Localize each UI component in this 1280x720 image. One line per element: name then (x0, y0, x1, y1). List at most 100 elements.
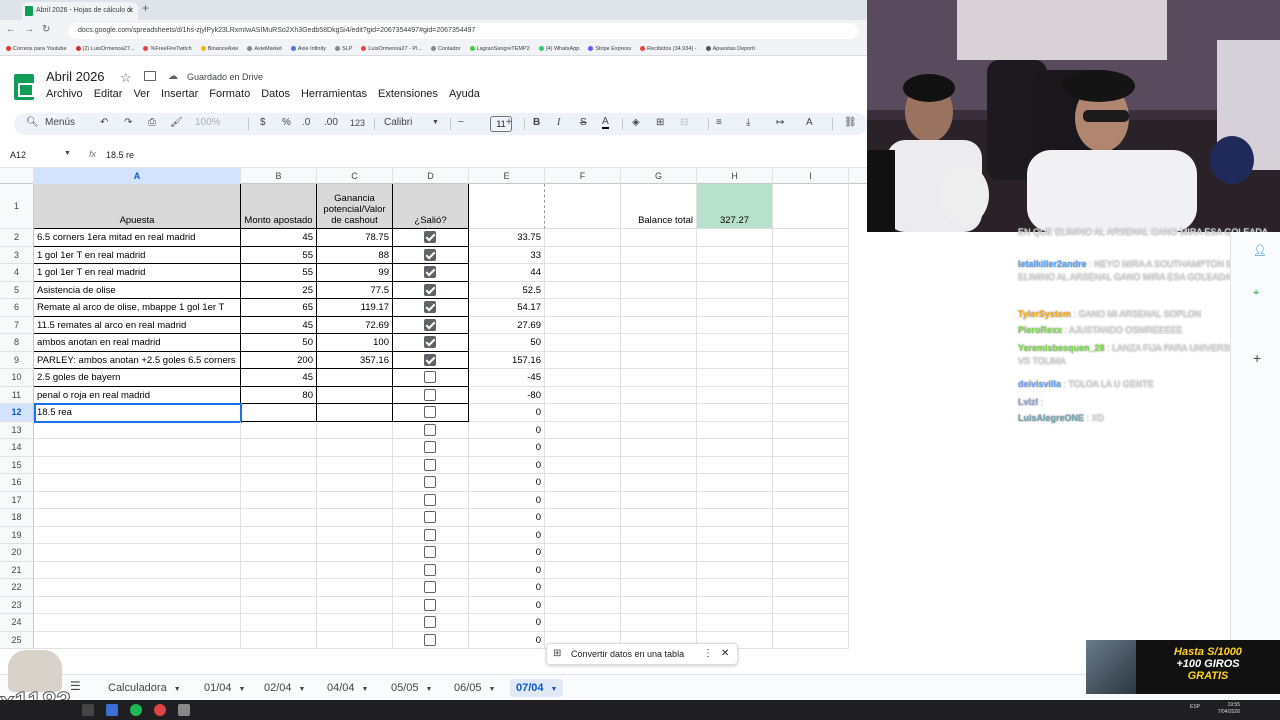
cell-e[interactable]: 0 (469, 404, 545, 422)
text-wrapping-icon[interactable]: ↦ (776, 117, 784, 128)
convert-to-table-prompt[interactable]: ⊞ Convertir datos en una tabla ⋮ ✕ (546, 643, 738, 665)
checkbox[interactable] (424, 266, 436, 278)
cell-c[interactable]: 357.16 (317, 351, 393, 369)
cell[interactable] (621, 526, 697, 544)
cell[interactable] (773, 264, 849, 282)
cell[interactable] (545, 184, 621, 229)
reload-icon[interactable]: ↻ (42, 24, 50, 35)
cell[interactable] (621, 544, 697, 562)
cell[interactable] (697, 614, 773, 632)
chevron-down-icon[interactable]: ▼ (239, 686, 246, 693)
cell[interactable] (697, 579, 773, 597)
number-format-button[interactable]: 123 (350, 118, 365, 128)
row-header[interactable]: 4 (0, 264, 34, 282)
sheet-tab[interactable]: 01/04 ▼ (198, 679, 251, 697)
cell[interactable] (773, 246, 849, 264)
cell[interactable] (621, 316, 697, 334)
cell[interactable] (697, 439, 773, 457)
cell[interactable] (621, 281, 697, 299)
cell[interactable] (469, 184, 545, 229)
paint-format-icon[interactable]: 🖌︎ (170, 117, 183, 128)
cell-b[interactable] (241, 509, 317, 527)
cell[interactable] (773, 474, 849, 492)
cell-c[interactable]: 88 (317, 246, 393, 264)
cell-e[interactable]: 0 (469, 474, 545, 492)
cell-e[interactable]: 0 (469, 561, 545, 579)
cell[interactable] (621, 386, 697, 404)
language-indicator[interactable]: ESP (1190, 704, 1200, 711)
bookmark-item[interactable]: Contador (430, 42, 461, 55)
cell[interactable] (621, 491, 697, 509)
cell-e[interactable]: 0 (469, 631, 545, 649)
cell-c[interactable] (317, 509, 393, 527)
row-header[interactable]: 3 (0, 246, 34, 264)
cell-a[interactable] (34, 421, 241, 439)
cell-b[interactable]: 25 (241, 281, 317, 299)
cell[interactable] (697, 334, 773, 352)
cell-b[interactable]: 80 (241, 386, 317, 404)
cell-c[interactable] (317, 421, 393, 439)
cell[interactable] (773, 351, 849, 369)
cell-c[interactable] (317, 474, 393, 492)
borders-icon[interactable]: ⊞ (656, 117, 664, 128)
cell[interactable] (773, 526, 849, 544)
cell-a[interactable] (34, 596, 241, 614)
cell-c[interactable] (317, 561, 393, 579)
column-header-h[interactable]: H (697, 168, 773, 184)
cell[interactable] (545, 456, 621, 474)
cell[interactable] (545, 281, 621, 299)
select-all-corner[interactable] (0, 168, 34, 184)
chat-username[interactable]: TylerSystem (1018, 309, 1071, 319)
cell[interactable] (697, 316, 773, 334)
cell-e[interactable]: -45 (469, 369, 545, 387)
search-icon[interactable] (82, 704, 94, 716)
checkbox[interactable] (424, 546, 436, 558)
cell-d[interactable] (393, 579, 469, 597)
cell[interactable] (621, 561, 697, 579)
italic-button[interactable]: I (557, 117, 560, 128)
cell[interactable] (545, 579, 621, 597)
cell[interactable] (773, 421, 849, 439)
cell-a[interactable]: Remate al arco de olise, mbappe 1 gol 1e… (34, 299, 241, 317)
search-icon[interactable]: 🔍︎ (26, 117, 39, 128)
cell[interactable] (773, 316, 849, 334)
cell[interactable] (621, 334, 697, 352)
cell-e[interactable]: 0 (469, 421, 545, 439)
cell[interactable] (621, 246, 697, 264)
checkbox[interactable] (424, 528, 436, 541)
sheet-tab[interactable]: 02/04 ▼ (258, 679, 311, 697)
column-header-a[interactable]: A (34, 168, 241, 184)
column-header-f[interactable]: F (545, 168, 621, 184)
checkbox[interactable] (424, 336, 436, 348)
menu-item-datos[interactable]: Datos (261, 88, 290, 100)
chevron-down-icon[interactable]: ▼ (64, 150, 71, 157)
cell-d[interactable] (393, 386, 469, 404)
cell-d[interactable] (393, 439, 469, 457)
cell[interactable] (697, 509, 773, 527)
cell-b[interactable] (241, 614, 317, 632)
contacts-icon[interactable]: 👤︎ (1253, 244, 1267, 257)
chat-username[interactable]: Lvlzl (1018, 397, 1038, 407)
cell[interactable] (545, 246, 621, 264)
bookmark-item[interactable]: (2) LuisOrmenoa27... (75, 42, 134, 55)
cell-e[interactable]: 0 (469, 526, 545, 544)
browser-tab[interactable]: Abril 2026 - Hojas de cálculo d ✕ (22, 2, 138, 20)
checkbox[interactable] (424, 511, 436, 523)
cell-d[interactable] (393, 526, 469, 544)
cell-c[interactable]: 72.69 (317, 316, 393, 334)
cell-e[interactable]: 33.75 (469, 229, 545, 247)
cell[interactable] (773, 579, 849, 597)
balance-value[interactable]: 327.27 (697, 184, 773, 229)
cell[interactable] (697, 246, 773, 264)
cell[interactable] (621, 421, 697, 439)
cell-d[interactable] (393, 316, 469, 334)
cell-b[interactable] (241, 526, 317, 544)
cell[interactable] (773, 491, 849, 509)
cell-b[interactable] (241, 596, 317, 614)
chevron-down-icon[interactable]: ▼ (426, 686, 433, 693)
row-header[interactable]: 15 (0, 456, 34, 474)
cell[interactable] (697, 264, 773, 282)
header-cell-c[interactable]: Ganancia potencial/Valor de cashout (317, 184, 393, 229)
fill-color-icon[interactable]: ◈ (632, 117, 640, 128)
cell-a[interactable]: 6.5 corners 1era mitad en real madrid (34, 229, 241, 247)
